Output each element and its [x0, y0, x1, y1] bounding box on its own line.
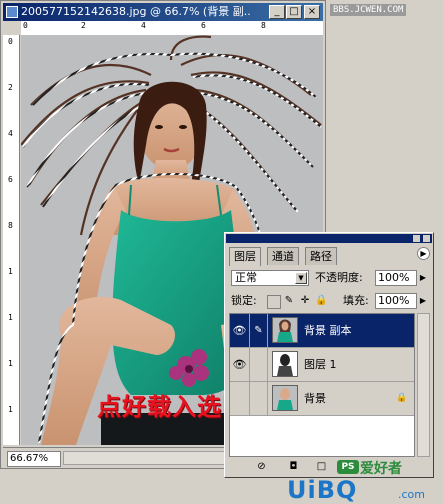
opacity-label: 不透明度:: [315, 271, 363, 284]
layer-name: 背景: [304, 392, 326, 405]
ruler-left-number: 1: [8, 313, 13, 322]
ruler-left-number: 1: [8, 359, 13, 368]
tab-paths[interactable]: 路径: [305, 247, 337, 265]
link-slot[interactable]: [250, 382, 268, 415]
lock-icon[interactable]: 🔒: [315, 295, 327, 307]
document-title: 200577152142638.jpg @ 66.7% (背景 副...: [21, 5, 251, 18]
new-layer-icon[interactable]: □: [315, 460, 328, 473]
layer-name: 背景 副本: [304, 324, 352, 337]
lock-icon: 🔒: [396, 393, 408, 403]
ruler-top-number: 8: [261, 21, 266, 30]
blend-mode-value: 正常: [235, 271, 257, 284]
ruler-left-number: 6: [8, 175, 13, 184]
tab-channels[interactable]: 通道: [267, 247, 299, 265]
thumbnail-image: [273, 386, 297, 410]
ruler-left-number: 8: [8, 221, 13, 230]
ps-logo-icon: PS: [337, 460, 359, 474]
minimize-button[interactable]: _: [269, 5, 285, 19]
layers-panel: 图层 通道 路径 ▶ 正常 ▼ 不透明度: 100% ▶ 锁定: ✎ ✛ 🔒 填…: [224, 232, 434, 478]
layer-thumbnail: [272, 351, 298, 377]
ruler-top: 0 2 4 6 8: [21, 21, 323, 36]
watermark-top: BBS.JCWEN.COM: [330, 4, 407, 16]
ruler-left-number: 1: [8, 405, 13, 414]
maximize-button[interactable]: □: [286, 5, 302, 19]
lock-label: 锁定:: [231, 294, 257, 307]
eye-slot[interactable]: [230, 382, 250, 415]
fill-label: 填充:: [343, 294, 369, 307]
brush-icon[interactable]: ✎: [283, 295, 295, 307]
opacity-field[interactable]: 100%: [375, 270, 417, 286]
close-button[interactable]: ×: [304, 5, 320, 19]
layer-style-icon[interactable]: ◘: [287, 460, 300, 473]
eye-icon[interactable]: 👁: [230, 348, 250, 381]
fill-field[interactable]: 100%: [375, 293, 417, 309]
ruler-left-number: 2: [8, 83, 13, 92]
ruler-left: 0 2 4 6 8 1 1 1 1: [3, 35, 20, 445]
document-titlebar[interactable]: 200577152142638.jpg @ 66.7% (背景 副... _ □…: [3, 3, 323, 21]
opacity-slider-arrow-icon[interactable]: ▶: [418, 272, 428, 284]
ruler-left-number: 1: [8, 267, 13, 276]
link-slot[interactable]: [250, 348, 268, 381]
ruler-left-number: 4: [8, 129, 13, 138]
layer-thumbnail: [272, 385, 298, 411]
ruler-left-number: 0: [8, 37, 13, 46]
layer-row-background[interactable]: 背景 🔒: [230, 382, 414, 416]
uibq-suffix: .com: [398, 488, 425, 501]
ps-logo-text: 爱好者: [360, 461, 402, 477]
layer-list: 👁 ✎ 背景 副本 👁 图层 1 背景 🔒: [229, 313, 415, 457]
ruler-top-number: 0: [23, 21, 28, 30]
thumbnail-image: [273, 318, 297, 342]
tab-layers[interactable]: 图层: [229, 247, 261, 266]
document-icon: [6, 6, 18, 18]
zoom-readout[interactable]: 66.67%: [7, 451, 61, 467]
layer-thumbnail: [272, 317, 298, 343]
panel-close-icon[interactable]: [423, 235, 430, 242]
layer-row-layer-1[interactable]: 👁 图层 1: [230, 348, 414, 382]
layer-name: 图层 1: [304, 358, 337, 371]
ruler-corner: [3, 21, 21, 35]
layer-list-scrollbar[interactable]: [417, 313, 430, 457]
thumbnail-image: [273, 352, 297, 376]
uibq-brand: UiBQ: [287, 476, 358, 504]
lock-transparency-icon[interactable]: [267, 295, 281, 309]
move-icon[interactable]: ✛: [299, 295, 311, 307]
panel-menu-icon[interactable]: ▶: [417, 247, 430, 260]
eye-icon[interactable]: 👁: [230, 314, 250, 347]
blend-mode-select[interactable]: 正常 ▼: [231, 270, 309, 286]
panel-titlebar[interactable]: [226, 234, 432, 243]
layer-row-background-copy[interactable]: 👁 ✎ 背景 副本: [230, 314, 414, 348]
fill-slider-arrow-icon[interactable]: ▶: [418, 295, 428, 307]
chevron-down-icon: ▼: [295, 272, 307, 284]
chain-icon[interactable]: ⊘: [255, 460, 268, 473]
ruler-top-number: 6: [201, 21, 206, 30]
brush-icon[interactable]: ✎: [250, 314, 268, 347]
ruler-top-number: 2: [81, 21, 86, 30]
ruler-top-number: 4: [141, 21, 146, 30]
panel-collapse-icon[interactable]: [413, 235, 420, 242]
